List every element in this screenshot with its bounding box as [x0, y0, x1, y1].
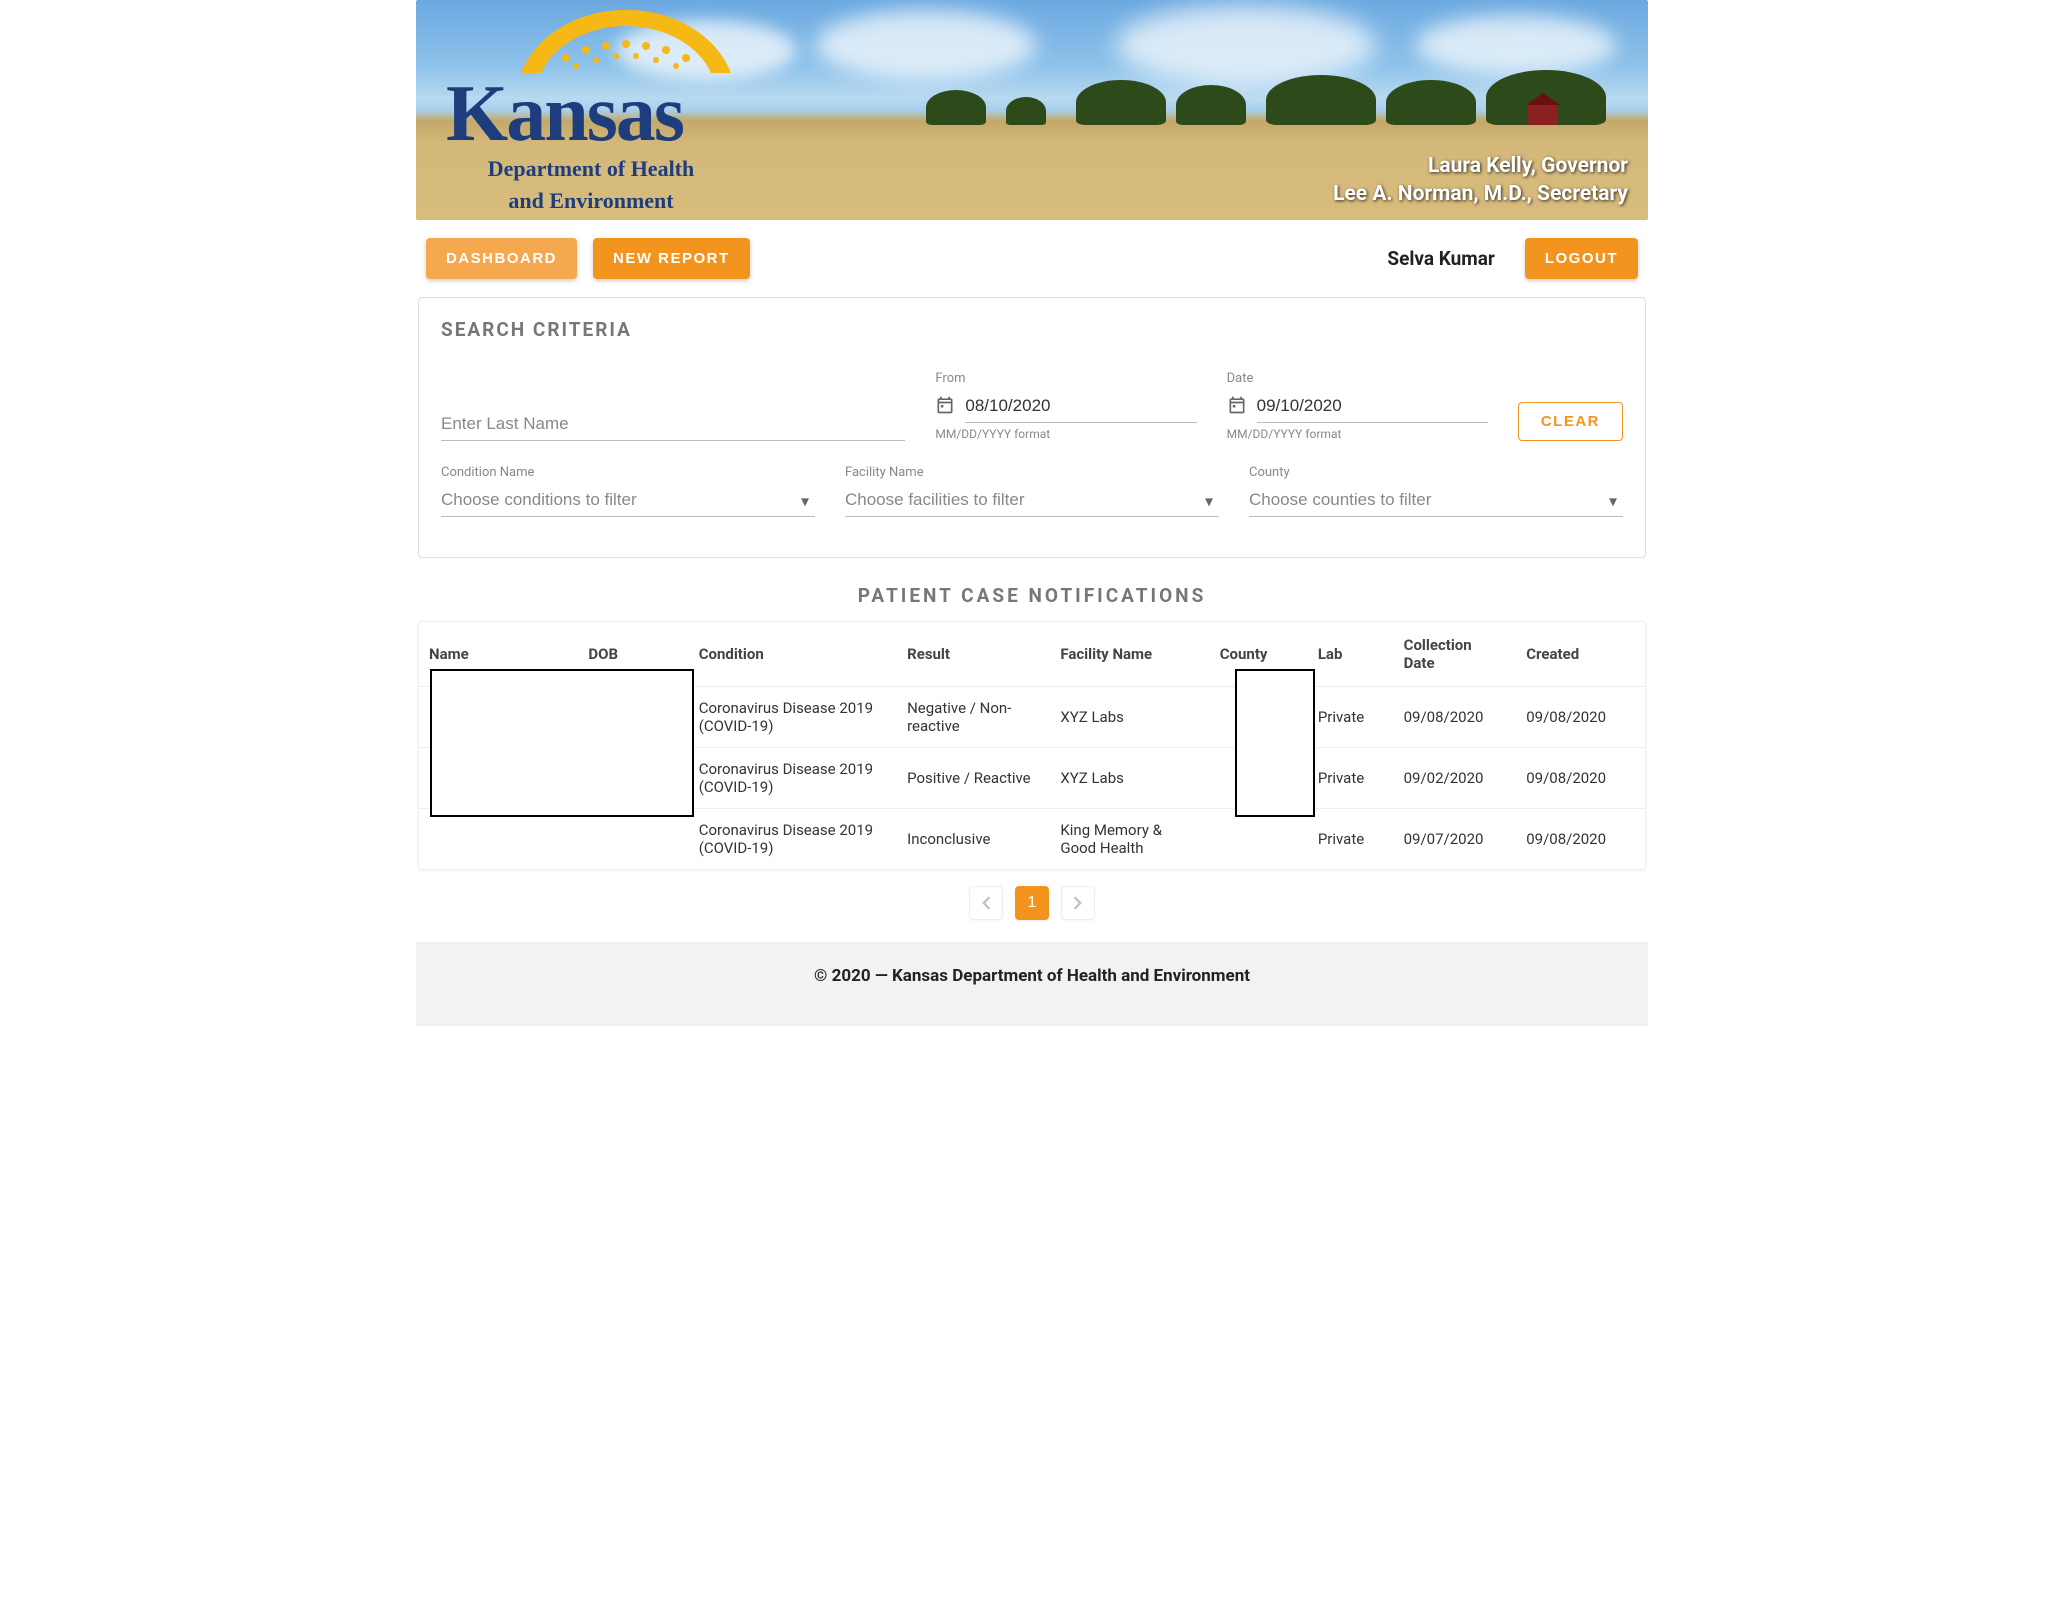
cell-lab: Private	[1308, 687, 1394, 748]
from-hint: MM/DD/YYYY format	[935, 427, 1196, 441]
from-label: From	[935, 371, 1196, 386]
pagination: 1	[416, 886, 1648, 920]
section-title: PATIENT CASE NOTIFICATIONS	[416, 584, 1648, 607]
th-condition[interactable]: Condition	[689, 622, 897, 687]
condition-label: Condition Name	[441, 465, 815, 480]
county-select[interactable]	[1249, 484, 1623, 517]
cell-condition: Coronavirus Disease 2019 (COVID-19)	[689, 748, 897, 809]
redacted-name-dob	[430, 669, 694, 817]
redacted-county	[1235, 669, 1315, 817]
from-date-input[interactable]	[965, 390, 1196, 423]
cell-dob	[578, 809, 688, 870]
new-report-button[interactable]: NEW REPORT	[593, 238, 750, 279]
cell-facility: King Memory & Good Health	[1050, 809, 1209, 870]
table-row[interactable]: Coronavirus Disease 2019 (COVID-19)Incon…	[419, 809, 1645, 870]
cell-collection: 09/07/2020	[1394, 809, 1517, 870]
dept-line-2: and Environment	[446, 188, 736, 214]
th-collection[interactable]: Collection Date	[1394, 622, 1517, 687]
cell-lab: Private	[1308, 748, 1394, 809]
cell-created: 09/08/2020	[1516, 748, 1645, 809]
cell-lab: Private	[1308, 809, 1394, 870]
prev-page-button[interactable]	[969, 886, 1003, 920]
cell-county	[1210, 809, 1308, 870]
facility-label: Facility Name	[845, 465, 1219, 480]
secretary-line: Lee A. Norman, M.D., Secretary	[1333, 182, 1628, 206]
cell-created: 09/08/2020	[1516, 687, 1645, 748]
chevron-left-icon	[981, 896, 991, 910]
calendar-icon[interactable]	[935, 395, 955, 419]
cell-condition: Coronavirus Disease 2019 (COVID-19)	[689, 809, 897, 870]
search-panel: SEARCH CRITERIA From MM/DD/YYYY format D…	[418, 297, 1646, 558]
chevron-right-icon	[1073, 896, 1083, 910]
th-created[interactable]: Created	[1516, 622, 1645, 687]
dashboard-button[interactable]: DASHBOARD	[426, 238, 577, 279]
last-name-input[interactable]	[441, 408, 905, 441]
condition-select[interactable]	[441, 484, 815, 517]
cell-facility: XYZ Labs	[1050, 687, 1209, 748]
to-label: Date	[1227, 371, 1488, 386]
to-hint: MM/DD/YYYY format	[1227, 427, 1488, 441]
cell-facility: XYZ Labs	[1050, 748, 1209, 809]
search-title: SEARCH CRITERIA	[441, 318, 1623, 341]
logout-button[interactable]: LOGOUT	[1525, 238, 1638, 279]
user-name: Selva Kumar	[1387, 247, 1494, 270]
th-result[interactable]: Result	[897, 622, 1050, 687]
governor-line: Laura Kelly, Governor	[1333, 154, 1628, 178]
cell-collection: 09/02/2020	[1394, 748, 1517, 809]
cell-name	[419, 809, 578, 870]
county-label: County	[1249, 465, 1623, 480]
footer: © 2020 — Kansas Department of Health and…	[416, 942, 1648, 1026]
next-page-button[interactable]	[1061, 886, 1095, 920]
kdhe-logo: AD ASTRA PER ASPERA Kansas Department of…	[446, 8, 736, 214]
cell-result: Negative / Non-reactive	[897, 687, 1050, 748]
th-facility[interactable]: Facility Name	[1050, 622, 1209, 687]
to-date-input[interactable]	[1257, 390, 1488, 423]
cell-collection: 09/08/2020	[1394, 687, 1517, 748]
toolbar: DASHBOARD NEW REPORT Selva Kumar LOGOUT	[416, 220, 1648, 297]
cell-condition: Coronavirus Disease 2019 (COVID-19)	[689, 687, 897, 748]
page-1-button[interactable]: 1	[1015, 886, 1049, 920]
calendar-icon[interactable]	[1227, 395, 1247, 419]
org-name: Kansas	[446, 78, 736, 150]
th-lab[interactable]: Lab	[1308, 622, 1394, 687]
clear-button[interactable]: CLEAR	[1518, 402, 1623, 441]
cell-result: Inconclusive	[897, 809, 1050, 870]
cell-result: Positive / Reactive	[897, 748, 1050, 809]
cell-created: 09/08/2020	[1516, 809, 1645, 870]
facility-select[interactable]	[845, 484, 1219, 517]
header-banner: AD ASTRA PER ASPERA Kansas Department of…	[416, 0, 1648, 220]
dept-line-1: Department of Health	[446, 156, 736, 182]
